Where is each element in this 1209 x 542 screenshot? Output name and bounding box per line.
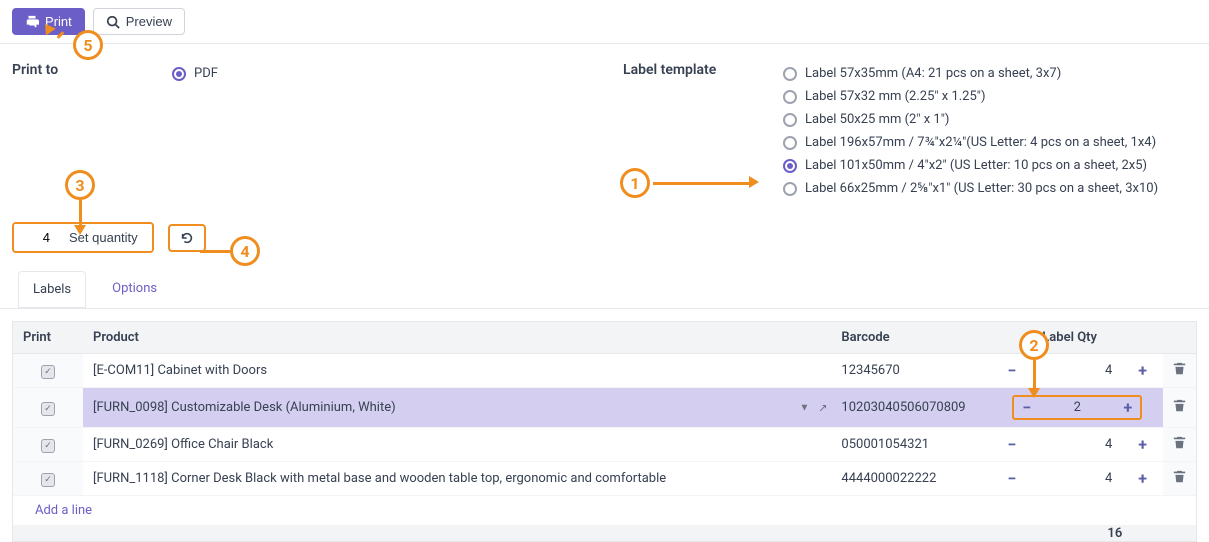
minus-button[interactable]: − [1001, 469, 1022, 488]
radio-unselected-icon [783, 67, 797, 81]
barcode-cell: 10203040506070809 [831, 388, 991, 428]
minus-button[interactable]: − [1016, 398, 1037, 417]
add-line-link[interactable]: Add a line [23, 495, 104, 526]
radio-selected-icon [783, 159, 797, 173]
print-to-label: Print to [12, 62, 172, 78]
col-minus [991, 322, 1032, 354]
label-template-option[interactable]: Label 57x32 mm (2.25" x 1.25") [783, 85, 1158, 108]
tab-labels[interactable]: Labels [18, 271, 86, 309]
label-template-text: Label 57x32 mm (2.25" x 1.25") [805, 89, 985, 104]
radio-unselected-icon [783, 90, 797, 104]
label-template-option[interactable]: Label 66x25mm / 2⅝"x1" (US Letter: 30 pc… [783, 177, 1158, 200]
radio-unselected-icon [783, 182, 797, 196]
col-barcode: Barcode [831, 322, 991, 354]
label-template-option[interactable]: Label 196x57mm / 7¾"x2¼"(US Letter: 4 pc… [783, 131, 1158, 154]
labels-table: Print Product Barcode Label Qty [E-COM11… [13, 322, 1196, 541]
print-to-value: PDF [194, 66, 218, 81]
radio-selected-icon [172, 67, 186, 81]
print-checkbox[interactable] [41, 473, 55, 487]
preview-button[interactable]: Preview [93, 8, 185, 35]
trash-icon[interactable] [1173, 364, 1186, 379]
undo-button[interactable] [168, 224, 206, 252]
search-icon [106, 15, 120, 29]
plus-button[interactable]: + [1132, 361, 1153, 380]
label-template-list: Label 57x35mm (A4: 21 pcs on a sheet, 3x… [783, 62, 1158, 200]
print-checkbox[interactable] [41, 402, 55, 416]
label-template-text: Label 101x50mm / 4"x2" (US Letter: 10 pc… [805, 158, 1147, 173]
print-checkbox[interactable] [41, 365, 55, 379]
label-template-text: Label 196x57mm / 7¾"x2¼"(US Letter: 4 pc… [805, 135, 1156, 150]
label-qty-value: 4 [1105, 363, 1112, 378]
col-label-qty: Label Qty [1032, 322, 1122, 354]
undo-icon [180, 231, 194, 245]
trash-icon[interactable] [1173, 401, 1186, 416]
label-template-text: Label 66x25mm / 2⅝"x1" (US Letter: 30 pc… [805, 181, 1158, 196]
external-link-icon[interactable]: ↗ [818, 401, 827, 414]
plus-button[interactable]: + [1117, 398, 1138, 417]
table-wrap: Print Product Barcode Label Qty [E-COM11… [12, 321, 1197, 542]
footer-total: 16 [1032, 526, 1122, 542]
plus-button[interactable]: + [1132, 469, 1153, 488]
label-template-text: Label 50x25 mm (2" x 1") [805, 112, 949, 127]
radio-unselected-icon [783, 136, 797, 150]
label-template-text: Label 57x35mm (A4: 21 pcs on a sheet, 3x… [805, 66, 1061, 81]
print-checkbox[interactable] [41, 439, 55, 453]
product-name: [FURN_0269] Office Chair Black [93, 437, 273, 452]
radio-unselected-icon [783, 113, 797, 127]
label-qty-value: 2 [1074, 400, 1081, 415]
barcode-cell: 050001054321 [831, 428, 991, 462]
product-name: [E-COM11] Cabinet with Doors [93, 363, 267, 378]
col-plus [1122, 322, 1163, 354]
table-row[interactable]: [FURN_0098] Customizable Desk (Aluminium… [13, 388, 1196, 428]
label-qty-value: 4 [1105, 437, 1112, 452]
print-to-option-pdf[interactable]: PDF [172, 62, 218, 85]
label-template-option[interactable]: Label 50x25 mm (2" x 1") [783, 108, 1158, 131]
table-row[interactable]: [FURN_0269] Office Chair Black 0500010543… [13, 428, 1196, 462]
minus-button[interactable]: − [1001, 435, 1022, 454]
tab-options[interactable]: Options [108, 271, 161, 308]
barcode-cell: 4444000022222 [831, 462, 991, 496]
col-trash [1163, 322, 1196, 354]
label-template-label: Label template [623, 62, 783, 78]
trash-icon[interactable] [1173, 472, 1186, 487]
label-template-option[interactable]: Label 101x50mm / 4"x2" (US Letter: 10 pc… [783, 154, 1158, 177]
trash-icon[interactable] [1173, 438, 1186, 453]
form-area: Print to PDF Label template Label 57x35m… [0, 44, 1209, 212]
quantity-input[interactable] [14, 224, 54, 251]
col-product: Product [83, 322, 831, 354]
col-print: Print [13, 322, 83, 354]
product-name: [FURN_0098] Customizable Desk (Aluminium… [93, 400, 396, 415]
product-name: [FURN_1118] Corner Desk Black with metal… [93, 471, 666, 486]
tabs: Labels Options [0, 271, 1209, 309]
set-quantity-button[interactable]: Set quantity [54, 224, 152, 251]
print-icon [25, 15, 39, 29]
chevron-down-icon[interactable]: ▼ [800, 402, 810, 413]
label-template-option[interactable]: Label 57x35mm (A4: 21 pcs on a sheet, 3x… [783, 62, 1158, 85]
preview-button-label: Preview [126, 14, 172, 29]
minus-button[interactable]: − [1001, 361, 1022, 380]
barcode-cell: 12345670 [831, 354, 991, 388]
quantity-row: Set quantity [0, 212, 1209, 271]
table-row[interactable]: [FURN_1118] Corner Desk Black with metal… [13, 462, 1196, 496]
label-qty-value: 4 [1105, 471, 1112, 486]
table-row[interactable]: [E-COM11] Cabinet with Doors 12345670− 4 + [13, 354, 1196, 388]
toolbar: Print Preview [0, 0, 1209, 44]
plus-button[interactable]: + [1132, 435, 1153, 454]
